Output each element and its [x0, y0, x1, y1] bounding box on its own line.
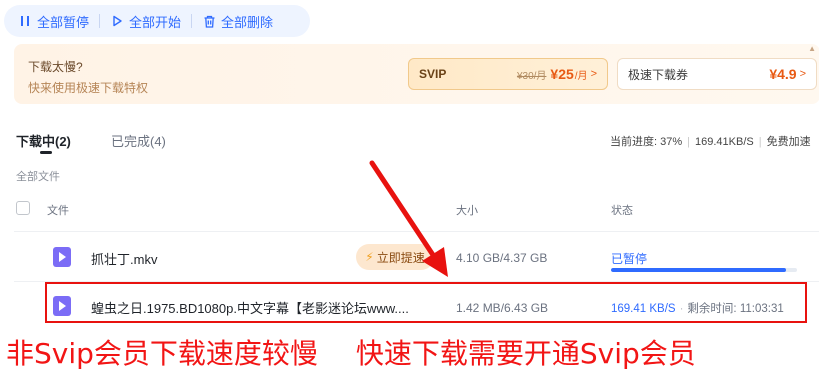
delete-all-button[interactable]: 全部删除 — [202, 12, 273, 31]
svip-offer-button[interactable]: SVIP ¥30/月 ¥25 /月 > — [408, 58, 608, 90]
tab-downloading[interactable]: 下载中(2) — [16, 131, 71, 150]
svip-price: ¥25 — [550, 66, 574, 82]
delete-all-label: 全部删除 — [221, 14, 274, 30]
chevron-right-icon: > — [799, 68, 806, 80]
progress-fill — [611, 268, 786, 272]
caption-left: 非Svip会员下载速度较慢 — [6, 337, 318, 370]
highlight-box — [45, 282, 807, 323]
play-icon — [110, 14, 124, 28]
download-progress-bar — [611, 268, 797, 272]
current-speed: 169.41KB/S — [695, 136, 754, 148]
pause-all-label: 全部暂停 — [37, 14, 90, 30]
toolbar-divider — [191, 14, 193, 28]
annotation-caption: 非Svip会员下载速度较慢 快速下载需要开通Svip会员 — [6, 332, 818, 372]
chevron-right-icon: > — [590, 68, 597, 80]
trash-icon — [202, 14, 216, 28]
download-toolbar: 全部暂停 全部开始 全部删除 — [4, 5, 310, 37]
pause-icon — [18, 14, 32, 28]
ticket-name: 极速下载券 — [628, 67, 689, 82]
caption-right: 快速下载需要开通Svip会员 — [355, 337, 696, 370]
active-tab-indicator — [40, 151, 52, 154]
pause-all-button[interactable]: 全部暂停 — [18, 12, 89, 31]
speed-ticket-button[interactable]: 极速下载券 ¥4.9 > — [617, 58, 817, 90]
file-size: 4.10 GB/4.37 GB — [456, 251, 548, 265]
ticket-price: ¥4.9 — [769, 66, 797, 82]
banner-title: 下载太慢? — [28, 60, 83, 74]
section-label: 全部文件 — [16, 171, 60, 183]
toolbar-divider — [99, 14, 101, 28]
tab-completed[interactable]: 已完成(4) — [111, 131, 166, 150]
banner-subtitle: 快来使用极速下载特权 — [28, 81, 149, 95]
progress-summary: 当前进度: 37% | 169.41KB/S | 免费加速 — [610, 136, 811, 148]
svip-name: SVIP — [419, 67, 447, 81]
start-all-button[interactable]: 全部开始 — [110, 12, 181, 31]
annotation-arrow-icon — [369, 160, 448, 277]
video-file-icon — [53, 247, 71, 267]
ad-tag-icon: ▲ — [808, 44, 816, 53]
column-status: 状态 — [611, 205, 633, 217]
start-all-label: 全部开始 — [129, 14, 182, 30]
upgrade-banner: 下载太慢? 快来使用极速下载特权 ▲ SVIP ¥30/月 ¥25 /月 > 极… — [14, 44, 819, 104]
svip-price-unit: /月 — [574, 70, 588, 82]
select-all-checkbox[interactable] — [16, 201, 30, 215]
svip-old-price: ¥30/月 — [516, 70, 547, 82]
column-file: 文件 — [47, 205, 69, 217]
free-accelerate-link[interactable]: 免费加速 — [767, 136, 811, 148]
file-name[interactable]: 抓壮丁.mkv — [91, 249, 157, 268]
current-progress: 当前进度: 37% — [610, 136, 683, 148]
status-badge: 已暂停 — [611, 252, 648, 266]
